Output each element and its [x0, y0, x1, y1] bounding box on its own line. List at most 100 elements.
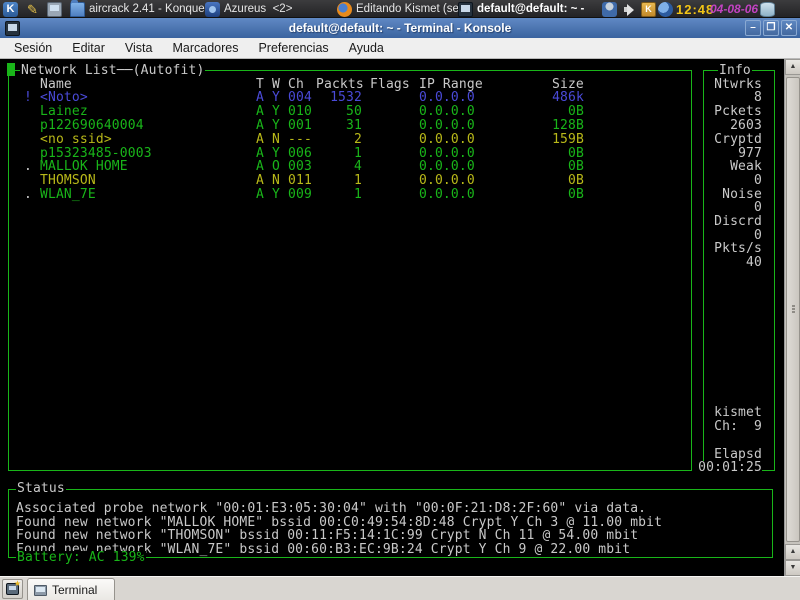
- kde-tray-icon: [658, 2, 673, 17]
- status-line: Found new network "THOMSON" bssid 00:11:…: [16, 529, 638, 543]
- scroll-up-button-bottom[interactable]: ▲: [785, 544, 800, 560]
- info-stat-label: Weak: [695, 160, 762, 174]
- row-packets: 31: [306, 119, 362, 133]
- row-wep: N: [272, 174, 280, 188]
- task-label: aircrack 2.41 - Konque: [89, 3, 205, 15]
- database-cylinder-icon: [760, 2, 775, 17]
- menu-preferencias[interactable]: Preferencias: [248, 38, 338, 59]
- terminal-output[interactable]: Network List──(Autofit) Name T W Ch Pack…: [0, 59, 784, 576]
- menu-ayuda[interactable]: Ayuda: [339, 38, 394, 59]
- status-title: Status: [16, 482, 66, 496]
- network-row: <no ssid> A N --- 2 0.0.0.0 159B: [0, 133, 784, 147]
- row-type: A: [256, 91, 264, 105]
- window-title: default@default: ~ - Terminal - Konsole: [0, 21, 800, 35]
- minimize-button[interactable]: –: [745, 20, 761, 36]
- network-row: THOMSON A N 011 1 0.0.0.0 0B: [0, 174, 784, 188]
- folder-icon: [70, 2, 85, 17]
- info-stat-value: 8: [695, 91, 762, 105]
- azureus-icon: [205, 2, 220, 17]
- new-session-button[interactable]: ★: [2, 579, 23, 599]
- tray-kde-button[interactable]: [658, 1, 673, 17]
- row-name: MALLOK HOME: [40, 160, 128, 174]
- tray-klipper-button[interactable]: K: [641, 1, 656, 17]
- row-type: A: [256, 174, 264, 188]
- scroll-up-button[interactable]: ▲: [785, 59, 800, 75]
- clock-text: 12:48: [676, 2, 714, 17]
- row-size: 0B: [521, 174, 584, 188]
- menu-editar[interactable]: Editar: [62, 38, 115, 59]
- info-title: Info: [718, 64, 752, 78]
- row-size: 128B: [521, 119, 584, 133]
- terminal-icon: [458, 2, 473, 17]
- terminal-scrollbar[interactable]: ▲ ▲ ▼: [784, 59, 800, 576]
- maximize-button[interactable]: ❐: [763, 20, 779, 36]
- tray-kppp-button[interactable]: [602, 1, 617, 17]
- info-stat-value: 40: [695, 256, 762, 270]
- tray-storage-button[interactable]: [760, 1, 775, 17]
- row-name: <no ssid>: [40, 133, 112, 147]
- k-menu-button[interactable]: K: [3, 1, 18, 17]
- task-label: Editando Kismet (secc: [356, 3, 470, 15]
- info-stat-label: Ntwrks: [695, 78, 762, 92]
- row-wep: N: [272, 133, 280, 147]
- show-desktop-button[interactable]: [47, 1, 62, 17]
- task-button-aircrack[interactable]: aircrack 2.41 - Konque: [70, 1, 205, 17]
- row-type: A: [256, 160, 264, 174]
- task-label: Azureus <2>: [224, 3, 292, 15]
- row-name: Lainez: [40, 105, 88, 119]
- row-name: THOMSON: [40, 174, 96, 188]
- menu-sesion[interactable]: Sesión: [4, 38, 62, 59]
- scroll-down-button[interactable]: ▼: [785, 560, 800, 576]
- info-stat-label: Pckets: [695, 105, 762, 119]
- panel-date[interactable]: 04-08-06: [710, 1, 758, 17]
- tab-terminal[interactable]: Terminal: [27, 578, 115, 600]
- info-stat-label: Discrd: [695, 215, 762, 229]
- info-stat-label: Cryptd: [695, 133, 762, 147]
- network-row: . WLAN_7E A Y 009 1 0.0.0.0 0B: [0, 188, 784, 202]
- row-size: 159B: [521, 133, 584, 147]
- network-list-title: Network List──(Autofit): [20, 64, 205, 78]
- row-prefix: !: [24, 91, 32, 105]
- col-flags: Flags: [370, 78, 410, 92]
- info-stat-value: 0: [695, 201, 762, 215]
- row-name: <Noto>: [40, 91, 88, 105]
- task-button-konsole[interactable]: default@default: ~ -: [458, 1, 584, 17]
- row-packets: 4: [306, 160, 362, 174]
- task-button-azureus[interactable]: Azureus <2>: [205, 1, 292, 17]
- pencil-icon: ✎: [25, 2, 40, 17]
- row-type: A: [256, 133, 264, 147]
- battery-status: Battery: AC 139%: [16, 551, 146, 565]
- network-row: . MALLOK HOME A O 003 4 0.0.0.0 0B: [0, 160, 784, 174]
- star-icon: ★: [14, 580, 21, 588]
- row-packets: 1: [306, 174, 362, 188]
- info-channel: Ch: 9: [695, 420, 762, 434]
- menu-vista[interactable]: Vista: [115, 38, 163, 59]
- menu-bar: Sesión Editar Vista Marcadores Preferenc…: [0, 38, 800, 59]
- row-type: A: [256, 188, 264, 202]
- firefox-icon: [337, 2, 352, 17]
- row-size: 0B: [521, 160, 584, 174]
- task-button-firefox[interactable]: Editando Kismet (secc: [337, 1, 470, 17]
- row-packets: 2: [306, 133, 362, 147]
- date-text: 04-08-06: [710, 2, 758, 16]
- close-button[interactable]: ✕: [781, 20, 797, 36]
- row-wep: Y: [272, 91, 280, 105]
- panel-clock[interactable]: 12:48: [676, 1, 714, 17]
- row-ip: 0.0.0.0: [419, 91, 475, 105]
- status-line: Associated probe network "00:01:E3:05:30…: [16, 502, 646, 516]
- quicklaunch-editor-button[interactable]: ✎: [25, 1, 40, 17]
- row-ip: 0.0.0.0: [419, 174, 475, 188]
- row-size: 0B: [521, 188, 584, 202]
- terminal-tab-icon: [34, 585, 47, 596]
- info-stat-label: Pkts/s: [695, 242, 762, 256]
- scrollbar-grip: [792, 304, 796, 316]
- row-size: 0B: [521, 105, 584, 119]
- row-wep: Y: [272, 105, 280, 119]
- row-wep: Y: [272, 119, 280, 133]
- window-titlebar[interactable]: default@default: ~ - Terminal - Konsole …: [0, 18, 800, 38]
- menu-marcadores[interactable]: Marcadores: [162, 38, 248, 59]
- tray-volume-button[interactable]: [622, 1, 637, 17]
- scrollbar-thumb[interactable]: [786, 77, 800, 542]
- row-ip: 0.0.0.0: [419, 119, 475, 133]
- row-type: A: [256, 119, 264, 133]
